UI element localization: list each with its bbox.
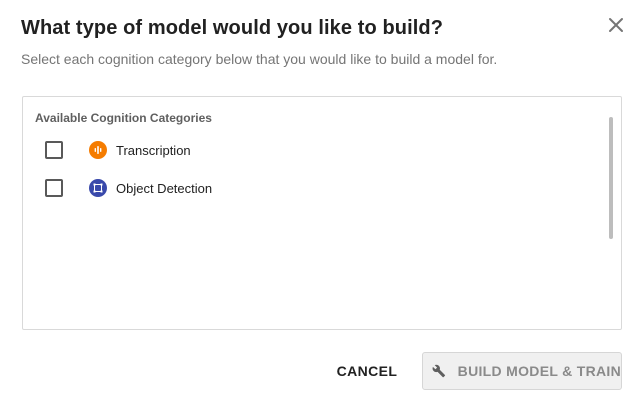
categories-header: Available Cognition Categories bbox=[35, 111, 212, 125]
close-icon bbox=[609, 18, 623, 32]
build-model-dialog: What type of model would you like to bui… bbox=[0, 0, 639, 414]
object-detection-icon bbox=[89, 179, 107, 197]
transcription-icon bbox=[89, 141, 107, 159]
panel-scrollbar[interactable] bbox=[609, 117, 613, 239]
dialog-subtitle: Select each cognition category below tha… bbox=[21, 51, 498, 67]
wrench-icon bbox=[432, 364, 446, 378]
build-model-train-button[interactable]: BUILD MODEL & TRAIN bbox=[422, 352, 622, 390]
category-row-transcription[interactable]: Transcription bbox=[35, 135, 575, 165]
cancel-button[interactable]: CANCEL bbox=[330, 352, 404, 390]
transcription-checkbox[interactable] bbox=[45, 141, 63, 159]
build-model-train-label: BUILD MODEL & TRAIN bbox=[457, 363, 621, 379]
categories-panel: Available Cognition Categories Transcrip… bbox=[22, 96, 622, 330]
object-detection-label: Object Detection bbox=[116, 180, 213, 196]
object-detection-checkbox[interactable] bbox=[45, 179, 63, 197]
transcription-label: Transcription bbox=[116, 142, 191, 158]
close-button[interactable] bbox=[605, 14, 627, 36]
category-row-object-detection[interactable]: Object Detection bbox=[35, 173, 575, 203]
dialog-title: What type of model would you like to bui… bbox=[21, 17, 444, 39]
